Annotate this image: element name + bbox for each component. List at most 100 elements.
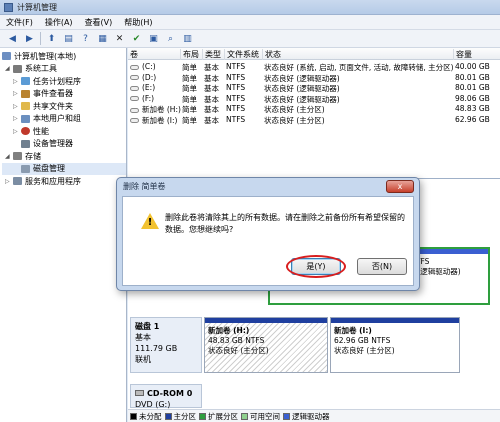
volume-layout: 简单 — [182, 84, 197, 93]
tree-item-task-scheduler[interactable]: ▷ 任务计划程序 — [2, 75, 126, 88]
menu-help[interactable]: 帮助(H) — [124, 17, 152, 28]
services-icon — [13, 177, 22, 186]
column-capacity[interactable]: 容量 — [453, 49, 472, 60]
window-title: 计算机管理 — [17, 2, 57, 12]
legend-swatch — [283, 413, 290, 420]
disk1-label[interactable]: 磁盘 1 基本 111.79 GB 联机 — [130, 317, 202, 373]
tree-item-device-manager[interactable]: 设备管理器 — [2, 138, 126, 151]
dialog-close-button[interactable]: x — [386, 180, 414, 193]
tree-item-performance[interactable]: ▷ 性能 — [2, 125, 126, 138]
volume-row[interactable]: (F:) 简单 基本 NTFS 状态良好 (逻辑驱动器) 98.06 GB — [128, 94, 500, 105]
partition-size-fs: 62.96 GB NTFS — [334, 336, 391, 345]
show-hide-tree-icon[interactable]: ▤ — [62, 32, 75, 45]
search-icon[interactable]: ⌕ — [164, 32, 177, 45]
tree-item-label: 存储 — [25, 151, 41, 161]
check-icon[interactable]: ✔ — [130, 32, 143, 45]
expand-arrow-icon[interactable]: ▷ — [5, 178, 13, 185]
navigation-tree: 计算机管理(本地) ◢ 系统工具 ▷ 任务计划程序 ▷ 事件查看器 ▷ 共享文件… — [0, 48, 127, 422]
partition-name: 新加卷 (I:) — [334, 326, 372, 335]
tree-item-event-viewer[interactable]: ▷ 事件查看器 — [2, 88, 126, 101]
column-type[interactable]: 类型 — [202, 49, 221, 60]
expand-arrow-icon[interactable]: ▷ — [13, 90, 21, 97]
toolbar: ◀ ▶ ⬆ ▤ ? ▦ ✕ ✔ ▣ ⌕ ▥ — [0, 30, 500, 48]
tree-item-computer-management[interactable]: 计算机管理(本地) — [2, 50, 126, 63]
storage-icon — [13, 152, 22, 161]
volume-name: (C:) — [142, 62, 156, 71]
volume-row[interactable]: (C:) 简单 基本 NTFS 状态良好 (系统, 启动, 页面文件, 活动, … — [128, 62, 500, 73]
tree-item-system-tools[interactable]: ◢ 系统工具 — [2, 63, 126, 76]
menu-action[interactable]: 操作(A) — [45, 17, 73, 28]
volume-row[interactable]: (D:) 简单 基本 NTFS 状态良好 (逻辑驱动器) 80.01 GB — [128, 73, 500, 84]
collapse-arrow-icon[interactable]: ◢ — [5, 153, 13, 160]
menu-file[interactable]: 文件(F) — [6, 17, 33, 28]
warning-icon-mark: ! — [147, 217, 153, 228]
performance-icon — [21, 127, 30, 136]
volume-fs: NTFS — [226, 93, 246, 103]
tree-item-label: 本地用户和组 — [33, 114, 81, 124]
volume-icon — [130, 85, 139, 91]
dialog-title: 删除 简单卷 — [123, 182, 166, 191]
collapse-arrow-icon[interactable]: ◢ — [5, 65, 13, 72]
volume-status: 状态良好 (主分区) — [264, 115, 325, 125]
tree-item-local-users[interactable]: ▷ 本地用户和组 — [2, 113, 126, 126]
tree-item-shared-folders[interactable]: ▷ 共享文件夹 — [2, 100, 126, 113]
tools-icon — [13, 64, 22, 73]
help-icon[interactable]: ? — [79, 32, 92, 45]
open-icon[interactable]: ▣ — [147, 32, 160, 45]
primary-partition-bar — [205, 318, 327, 323]
tree-item-services-apps[interactable]: ▷ 服务和应用程序 — [2, 175, 126, 188]
partition-h[interactable]: 新加卷 (H:) 48.83 GB NTFS 状态良好 (主分区) — [204, 317, 328, 373]
primary-partition-bar — [331, 318, 459, 323]
volume-row[interactable]: (E:) 简单 基本 NTFS 状态良好 (逻辑驱动器) 80.01 GB — [128, 83, 500, 94]
volume-status: 状态良好 (主分区) — [264, 105, 325, 114]
volume-row[interactable]: 新加卷 (I:) 简单 基本 NTFS 状态良好 (主分区) 62.96 GB — [128, 115, 500, 126]
back-icon[interactable]: ◀ — [6, 32, 19, 45]
disk-type: 基本 — [135, 333, 151, 342]
menu-view[interactable]: 查看(V) — [85, 17, 113, 28]
column-status[interactable]: 状态 — [262, 49, 281, 60]
expand-arrow-icon[interactable]: ▷ — [13, 115, 21, 122]
volume-status: 状态良好 (逻辑驱动器) — [264, 73, 340, 83]
export-icon[interactable]: ▥ — [181, 32, 194, 45]
legend-swatch — [164, 413, 172, 420]
delete-icon[interactable]: ✕ — [113, 32, 126, 45]
tree-item-disk-management[interactable]: 磁盘管理 — [2, 162, 126, 175]
expand-arrow-icon[interactable]: ▷ — [13, 128, 21, 135]
volume-fs: NTFS — [226, 104, 246, 113]
volume-status: 状态良好 (逻辑驱动器) — [264, 94, 340, 104]
no-button[interactable]: 否(N) — [357, 258, 407, 275]
volume-icon — [130, 118, 139, 123]
disk-size: 111.79 GB — [135, 344, 178, 353]
properties-icon[interactable]: ▦ — [96, 32, 109, 45]
computer-management-icon — [4, 2, 13, 12]
volume-capacity: 40.00 GB — [455, 62, 490, 71]
expand-arrow-icon[interactable]: ▷ — [13, 78, 21, 85]
volume-icon — [130, 75, 139, 80]
column-volume[interactable]: 卷 — [128, 49, 138, 60]
tree-item-storage[interactable]: ◢ 存储 — [2, 150, 126, 163]
legend-label: 逻辑驱动器 — [292, 411, 330, 421]
volume-fs: NTFS — [226, 62, 246, 71]
up-icon[interactable]: ⬆ — [45, 32, 58, 45]
volume-icon — [130, 64, 139, 70]
partition-i[interactable]: 新加卷 (I:) 62.96 GB NTFS 状态良好 (主分区) — [330, 317, 460, 373]
column-layout[interactable]: 布局 — [180, 49, 199, 60]
volume-row[interactable]: 新加卷 (H:) 简单 基本 NTFS 状态良好 (主分区) 48.83 GB — [128, 104, 500, 115]
legend-swatch — [199, 413, 206, 420]
volume-layout: 简单 — [182, 94, 197, 104]
cdrom-icon — [135, 390, 144, 396]
disk-name: 磁盘 1 — [135, 322, 160, 331]
column-filesystem[interactable]: 文件系统 — [224, 49, 259, 60]
device-icon — [21, 139, 30, 148]
legend-logical: 逻辑驱动器 — [283, 411, 330, 422]
forward-icon[interactable]: ▶ — [23, 32, 36, 45]
volume-status: 状态良好 (逻辑驱动器) — [264, 84, 340, 93]
volume-type: 基本 — [204, 105, 219, 114]
users-icon — [21, 114, 30, 123]
tree-item-label: 事件查看器 — [33, 89, 73, 99]
legend-free-space: 可用空间 — [241, 411, 280, 422]
volume-name: 新加卷 (H:) — [142, 105, 181, 114]
expand-arrow-icon[interactable]: ▷ — [13, 103, 21, 110]
cdrom-label[interactable]: CD-ROM 0 DVD (G:) — [130, 384, 202, 409]
tree-item-label: 服务和应用程序 — [25, 176, 81, 186]
